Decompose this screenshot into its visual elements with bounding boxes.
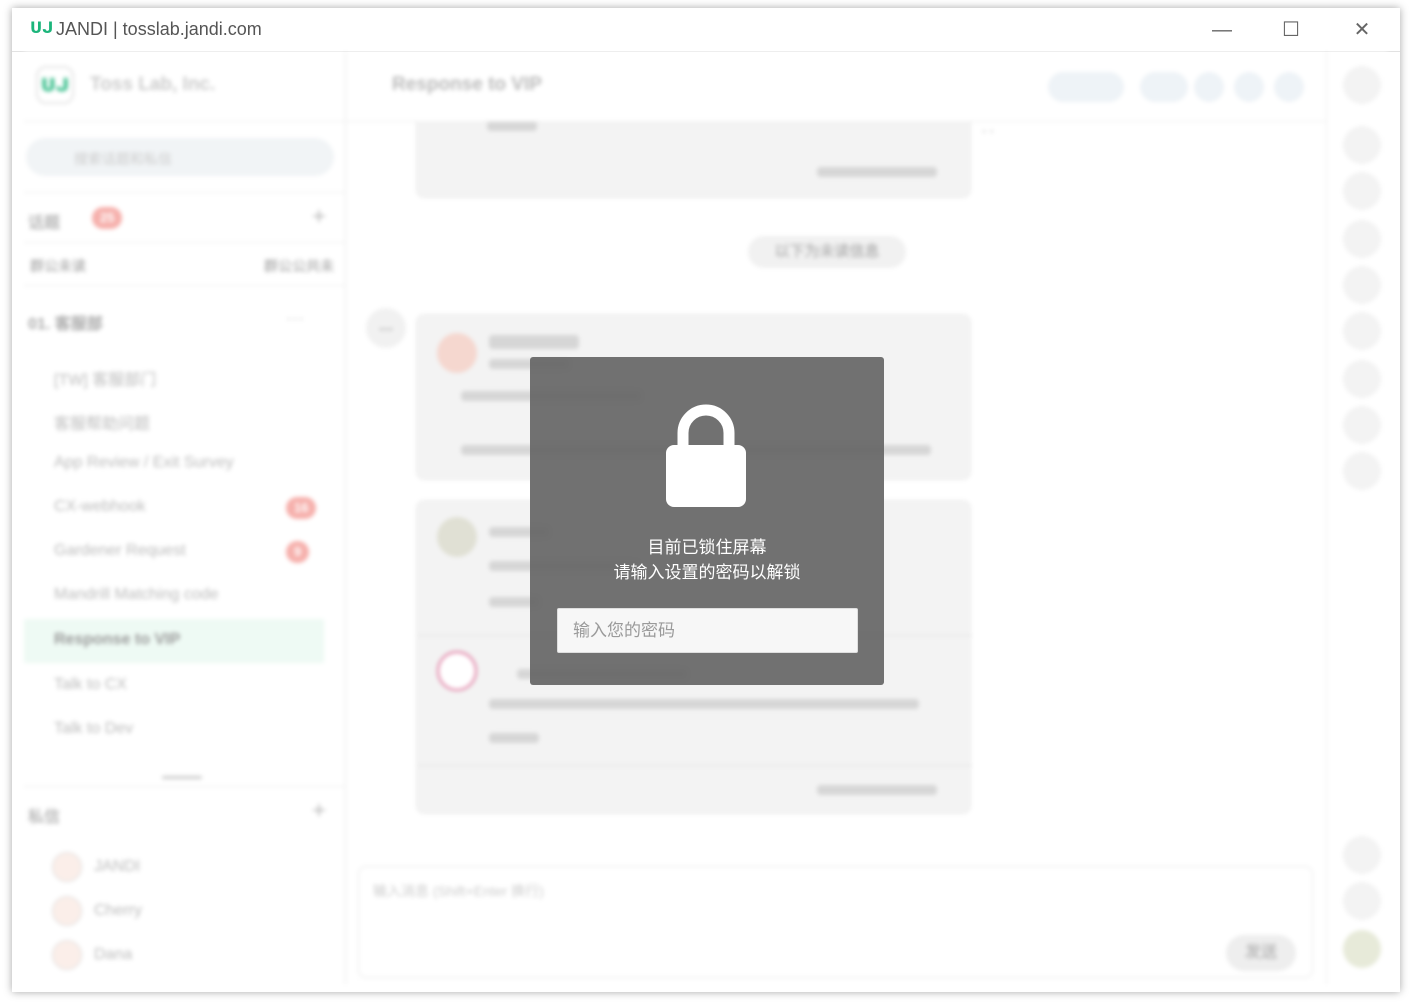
sidebar-item-channel-active[interactable]: Response to VIP [24,619,324,663]
channel-name: Gardener Request [54,542,186,559]
avatar [437,517,477,557]
header-more-button[interactable] [1274,72,1304,102]
rail-icon[interactable] [1343,66,1381,104]
dm-name: Dana [94,946,133,963]
avatar [52,896,82,926]
message-card [416,122,971,198]
topics-unread-badge: 25 [92,207,123,229]
message-time: ◦ ◦ [982,124,994,138]
channel-name: Response to VIP [54,631,181,648]
password-input[interactable] [557,608,858,653]
folder-label[interactable]: 01. 客服部 [28,310,103,334]
add-dm-icon[interactable]: + [312,797,326,825]
avatar [437,651,477,691]
filter-left: 群公未读 [30,258,86,274]
profile-avatar[interactable] [1343,930,1381,968]
filter-right: 群公公共未 [264,258,334,274]
sidebar-item-channel[interactable]: [TW] 客服部门 [24,354,324,398]
message-composer[interactable]: 输入消息 (Shift+Enter 换行) 发送 [358,866,1313,978]
star-icon[interactable] [1343,836,1381,874]
channel-name: Talk to Dev [54,720,134,737]
topics-section-header[interactable]: 话题 25 + [24,192,346,244]
channel-name: Mandrill Matching code [54,586,219,603]
channel-name: Talk to CX [54,676,127,693]
search-icon[interactable] [1343,126,1381,164]
unread-count-badge: 16 [286,497,317,519]
header-action-button[interactable] [1140,72,1188,102]
channel-name: [TW] 客服部门 [54,372,157,389]
lock-icon [666,404,746,507]
channel-name: CX-webhook [54,498,146,515]
right-rail [1326,52,1388,984]
calendar-icon[interactable] [1343,266,1381,304]
unread-count-badge: 9 [286,541,310,563]
channel-title: Response to VIP [392,74,542,95]
rail-icon[interactable] [1343,172,1381,210]
view-replies-link[interactable] [817,785,937,795]
avatar [437,333,477,373]
header-action-button[interactable] [1234,72,1264,102]
rail-icon[interactable] [1343,452,1381,490]
sidebar-item-channel[interactable]: Talk to Dev [24,708,324,752]
rail-icon[interactable] [1343,882,1381,920]
lock-screen-dialog: 目前已锁住屏幕 请输入设置的密码以解锁 [530,357,884,685]
topic-filter-row[interactable]: 群公未读 群公公共未 [24,242,346,286]
sidebar-item-channel[interactable]: 客服帮助问题 [24,398,324,442]
file-icon[interactable] [1343,220,1381,258]
sidebar-item-channel[interactable]: Talk to CX [24,664,324,708]
dm-item[interactable]: JANDI [24,846,346,890]
team-header[interactable]: ᑌᒍ Toss Lab, Inc. [24,52,346,122]
add-topic-icon[interactable]: + [312,203,326,231]
lock-message-line-2: 请输入设置的密码以解锁 [613,563,801,582]
sidebar-item-channel[interactable]: CX-webhook 16 [24,486,324,530]
topics-label: 话题 [28,215,61,232]
team-logo-icon: ᑌᒍ [36,66,74,104]
unread-divider: 以下为未读信息 [748,236,906,268]
dm-item[interactable]: Cherry [24,890,346,934]
avatar [52,940,82,970]
lock-message-line-1: 目前已锁住屏幕 [647,538,767,557]
sidebar-item-channel[interactable]: App Review / Exit Survey [24,442,324,486]
dm-name: Cherry [94,902,143,919]
view-replies-link[interactable] [817,167,937,177]
lock-message: 目前已锁住屏幕 请输入设置的密码以解锁 [530,535,884,585]
sidebar: ᑌᒍ Toss Lab, Inc. 搜索话题和私信 话题 25 + 群公未读 群… [24,52,346,984]
sidebar-item-channel[interactable]: Gardener Request 9 [24,530,324,574]
mention-icon[interactable] [1343,312,1381,350]
dm-item[interactable]: Dana [24,934,346,978]
send-button[interactable]: 发送 [1226,935,1296,971]
avatar [52,852,82,882]
members-button[interactable] [1048,72,1124,102]
thread-icon: ··· [366,308,406,348]
team-name: Toss Lab, Inc. [90,74,216,95]
channel-name: App Review / Exit Survey [54,454,234,471]
resize-handle[interactable] [162,776,202,779]
composer-placeholder: 输入消息 (Shift+Enter 换行) [373,883,544,899]
dm-name: JANDI [94,858,141,875]
dm-section-header[interactable]: 私信 + [24,786,346,838]
rail-icon[interactable] [1343,360,1381,398]
header-action-button[interactable] [1194,72,1224,102]
sidebar-item-channel[interactable]: Mandrill Matching code [24,574,324,618]
search-input[interactable]: 搜索话题和私信 [26,138,334,176]
more-icon[interactable]: ··· [286,308,304,329]
settings-icon[interactable] [1343,406,1381,444]
channel-name: 客服帮助问题 [54,416,151,433]
dm-label: 私信 [28,809,61,826]
channel-header: Response to VIP [346,52,1326,122]
